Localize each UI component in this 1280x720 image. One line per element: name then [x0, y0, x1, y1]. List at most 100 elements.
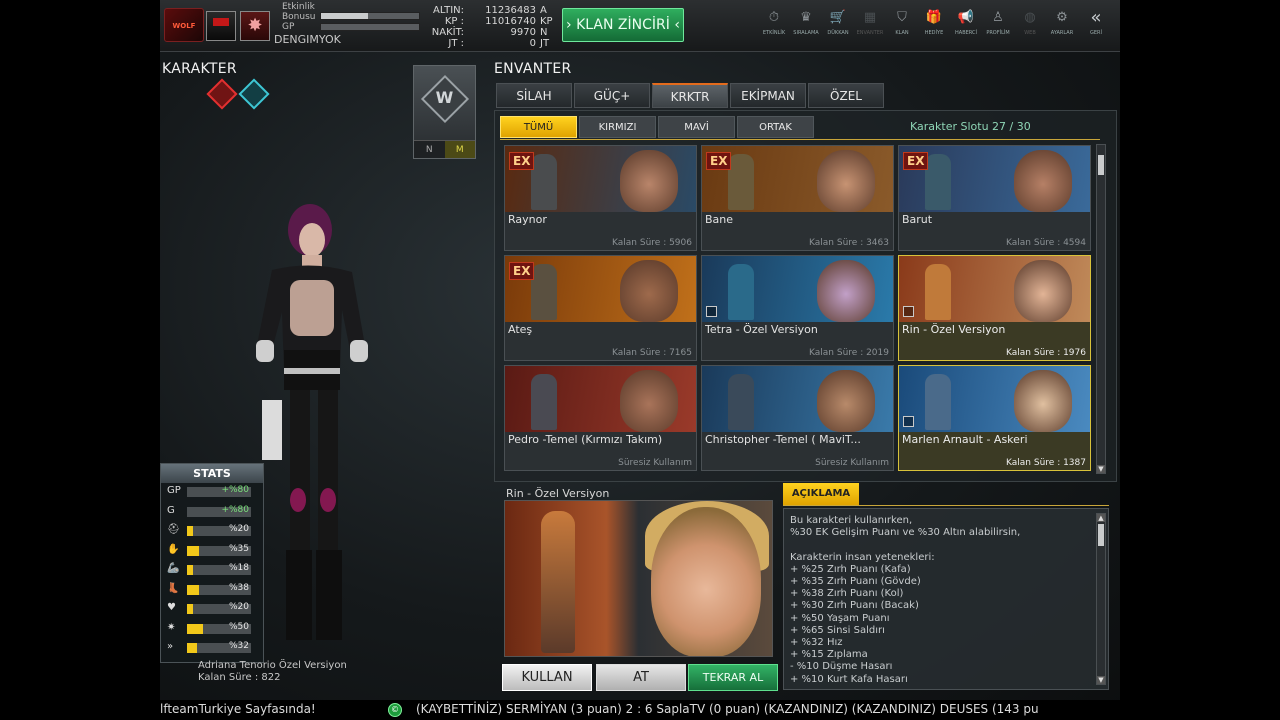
- character-card-body: [531, 154, 557, 210]
- mode-m-button[interactable]: M: [444, 140, 475, 158]
- nav-item-2[interactable]: 🛒 DÜKKAN: [822, 8, 854, 36]
- stat-icon: ✋: [167, 543, 180, 555]
- filter-0[interactable]: TÜMÜ: [500, 116, 577, 138]
- character-card-name: Christopher -Temel ( MaviT...: [705, 433, 861, 446]
- top-bar: WOLF ✸ Etkinlik Bonusu GP DENGIMYOK ALTI…: [160, 0, 1120, 52]
- character-card[interactable]: Pedro -Temel (Kırmızı Takım) Süresiz Kull…: [504, 365, 697, 471]
- jt-label: JT :: [448, 38, 464, 49]
- desc-scroll-down-icon[interactable]: ▼: [1097, 676, 1105, 684]
- stats-panel: STATS GP +%80 G +%80 ⛑ %20 ✋ %35 🦾 %18 👢 %38 ♥ %20 ✷ %5…: [160, 463, 264, 663]
- character-card-name: Barut: [902, 213, 933, 226]
- nav-item-3[interactable]: ▦ ENVANTER: [854, 8, 886, 36]
- character-card[interactable]: Christopher -Temel ( MaviT... Süresiz Kul…: [701, 365, 894, 471]
- character-card-face: [620, 150, 678, 212]
- clan-chain-button[interactable]: › KLAN ZİNCİRİ ‹: [562, 8, 684, 42]
- stat-value: %20: [228, 602, 249, 612]
- character-card-face: [620, 370, 678, 432]
- character-card[interactable]: Marlen Arnault - Askeri Kalan Süre : 1387: [898, 365, 1091, 471]
- description-scrollbar[interactable]: ▲ ▼: [1096, 513, 1106, 685]
- description-scroll-thumb[interactable]: [1098, 524, 1104, 546]
- tab-3[interactable]: EKİPMAN: [730, 83, 806, 108]
- scroll-down-icon[interactable]: ▼: [1097, 465, 1105, 473]
- tab-2[interactable]: KRKTR: [652, 83, 728, 108]
- character-card-art: [505, 366, 696, 432]
- nav-item-9[interactable]: ⚙ AYARLAR: [1046, 8, 1078, 36]
- tab-4[interactable]: ÖZEL: [808, 83, 884, 108]
- nav-item-0[interactable]: ⏱ ETKİNLİK: [758, 8, 790, 36]
- description-text: Bu karakteri kullanırken, %30 EK Gelişim…: [790, 515, 1021, 685]
- gp-label: GP: [282, 22, 295, 32]
- character-card[interactable]: Tetra - Özel Versiyon Kalan Süre : 2019: [701, 255, 894, 361]
- nav-label-0: ETKİNLİK: [762, 30, 786, 36]
- nav-item-1[interactable]: ♛ SIRALAMA: [790, 8, 822, 36]
- character-card-name: Rin - Özel Versiyon: [902, 323, 1006, 336]
- selected-character-body: [541, 511, 575, 653]
- stat-value: %18: [228, 563, 249, 573]
- stat-value: %20: [228, 524, 249, 534]
- description-tab[interactable]: AÇIKLAMA: [783, 483, 859, 505]
- game-logo: WOLF: [164, 8, 204, 42]
- stat-row: ✷ %50: [161, 620, 263, 640]
- selected-character-title: Rin - Özel Versiyon: [506, 487, 610, 500]
- gp-bar: [320, 23, 420, 31]
- filter-1[interactable]: KIRMIZI: [579, 116, 656, 138]
- character-card-face: [817, 150, 875, 212]
- gold-label: ALTIN:: [433, 5, 464, 16]
- use-button[interactable]: KULLAN: [502, 664, 592, 691]
- nav-icon-3: ▦: [863, 10, 877, 25]
- inventory-scroll-thumb[interactable]: [1098, 155, 1104, 175]
- nav-item-7[interactable]: ♙ PROFİLİM: [982, 8, 1014, 36]
- nav-item-6[interactable]: 📢 HABERCİ: [950, 8, 982, 36]
- red-team-icon[interactable]: [206, 78, 238, 110]
- stat-icon: 🦾: [167, 563, 180, 574]
- character-card[interactable]: EX Raynor Kalan Süre : 5906: [504, 145, 697, 251]
- wolfteam-emblem-icon: W: [435, 88, 454, 107]
- card-checkbox[interactable]: [903, 416, 914, 427]
- mode-n-button[interactable]: N: [414, 140, 445, 158]
- filter-2[interactable]: MAVİ: [658, 116, 735, 138]
- card-checkbox[interactable]: [706, 306, 717, 317]
- jt-value: 0: [529, 38, 536, 49]
- selected-character-face: [651, 507, 761, 656]
- desc-scroll-up-icon[interactable]: ▲: [1097, 514, 1105, 522]
- nav-item-8[interactable]: ◍ WEB: [1014, 8, 1046, 36]
- blue-team-icon[interactable]: [238, 78, 270, 110]
- character-card-face: [817, 370, 875, 432]
- character-card-time: Süresiz Kullanım: [815, 458, 889, 468]
- inventory-scrollbar[interactable]: ▼: [1096, 144, 1106, 474]
- equipped-character-info: Adriana Tenorio Özel Versiyon Kalan Süre…: [198, 660, 347, 684]
- character-card-name: Ateş: [508, 323, 533, 336]
- character-card[interactable]: EX Ateş Kalan Süre : 7165: [504, 255, 697, 361]
- character-card-time: Süresiz Kullanım: [618, 458, 692, 468]
- character-card[interactable]: EX Barut Kalan Süre : 4594: [898, 145, 1091, 251]
- tab-1[interactable]: GÜÇ+: [574, 83, 650, 108]
- bonus-label: Bonusu: [282, 12, 316, 22]
- description-divider: [783, 505, 1109, 506]
- nav-label-9: AYARLAR: [1050, 30, 1074, 36]
- character-card[interactable]: Rin - Özel Versiyon Kalan Süre : 1976: [898, 255, 1091, 361]
- character-card-art: [702, 256, 893, 322]
- cash-label: NAKİT:: [431, 27, 464, 38]
- description-box: Bu karakteri kullanırken, %30 EK Gelişim…: [783, 508, 1109, 690]
- equipped-character-name: Adriana Tenorio Özel Versiyon: [198, 660, 347, 671]
- character-card-time: Kalan Süre : 4594: [1006, 238, 1086, 248]
- card-checkbox[interactable]: [903, 306, 914, 317]
- drop-button[interactable]: AT: [596, 664, 686, 691]
- character-card-body: [925, 374, 951, 430]
- nav-item-4[interactable]: ⛉ KLAN: [886, 8, 918, 36]
- currency-values: 11236483 11016740 9970 0: [464, 5, 536, 49]
- character-card[interactable]: EX Bane Kalan Süre : 3463: [701, 145, 894, 251]
- character-slot-count: Karakter Slotu 27 / 30: [910, 120, 1031, 133]
- nav-item-5[interactable]: 🎁 HEDİYE: [918, 8, 950, 36]
- filter-3[interactable]: ORTAK: [737, 116, 814, 138]
- back-button[interactable]: « GERİ: [1078, 8, 1114, 37]
- rebuy-button[interactable]: TEKRAR AL: [688, 664, 778, 691]
- cash-value: 9970: [510, 27, 536, 38]
- stat-icon: G: [167, 504, 175, 516]
- inventory-tabs: SİLAH GÜÇ+ KRKTR EKİPMAN ÖZEL: [496, 83, 886, 108]
- character-card-body: [728, 154, 754, 210]
- character-card-time: Kalan Süre : 1976: [1006, 348, 1086, 358]
- nav-icon-7: ♙: [992, 10, 1004, 25]
- tab-0[interactable]: SİLAH: [496, 83, 572, 108]
- xp-labels: Etkinlik Bonusu GP: [282, 2, 315, 32]
